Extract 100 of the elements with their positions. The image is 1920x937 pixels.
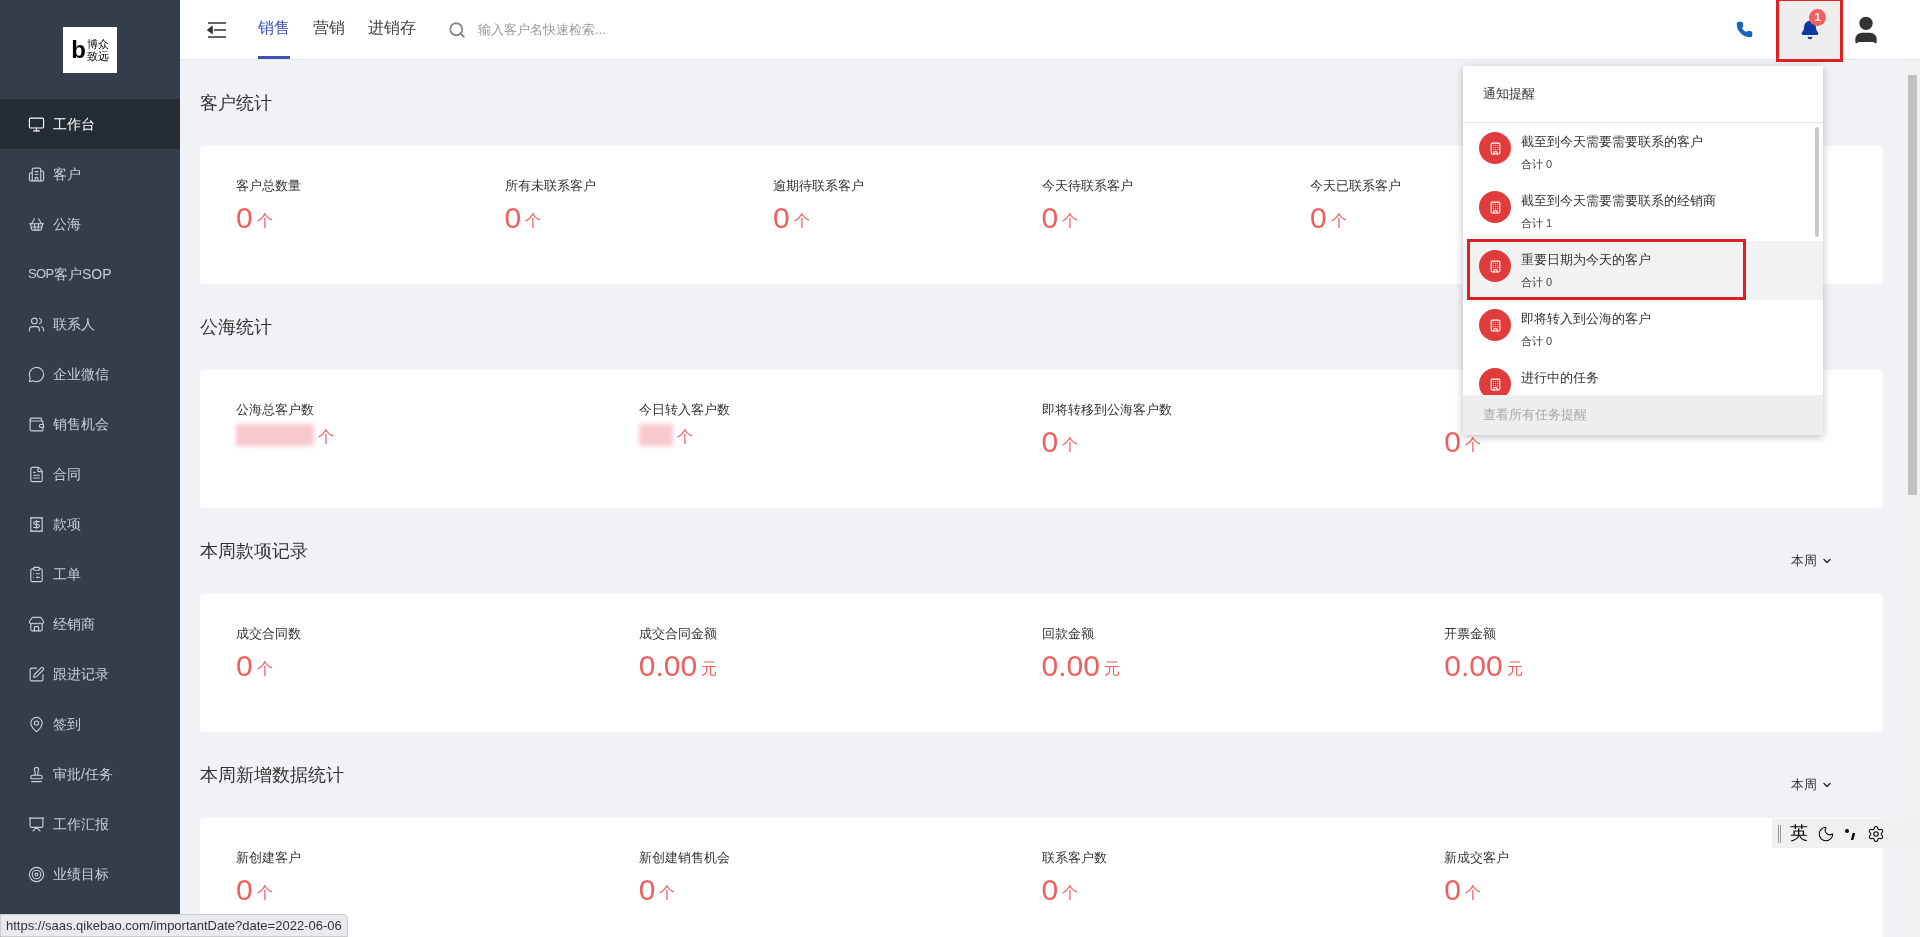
- receipt-icon: [28, 515, 45, 533]
- document-icon: [28, 465, 45, 483]
- stat-label: 即将转移到公海客户数: [1041, 401, 1173, 419]
- stat-label: 逾期待联系客户: [773, 177, 865, 195]
- stat-unit: 元: [701, 659, 718, 679]
- sidebar-item[interactable]: SOP客户SOP: [0, 249, 180, 299]
- stat-unit: 个: [256, 211, 273, 231]
- notification-item[interactable]: 截至到今天需要需要联系的客户 合计 0: [1463, 123, 1823, 182]
- nav-tab[interactable]: 营销: [313, 0, 345, 59]
- sidebar-item[interactable]: 签到: [0, 699, 180, 749]
- stat-value: 0: [1444, 872, 1461, 908]
- notification-title: 截至到今天需要需要联系的经销商: [1521, 192, 1716, 210]
- chat-icon: [28, 365, 45, 383]
- stat-label: 成交合同金额: [638, 625, 718, 643]
- sidebar-item[interactable]: 销售机会: [0, 399, 180, 449]
- stat-value: 0: [1041, 200, 1059, 236]
- notification-title: 截至到今天需要需要联系的客户: [1521, 133, 1703, 151]
- nav-tab[interactable]: 销售: [258, 0, 290, 59]
- sidebar-item[interactable]: 企业微信: [0, 349, 180, 399]
- period-dropdown[interactable]: 本周: [1791, 551, 1833, 571]
- stat-unit: 个: [1062, 435, 1079, 455]
- building-icon: [1479, 191, 1511, 223]
- edit-icon: [28, 665, 45, 683]
- stat-label: 今天待联系客户: [1041, 177, 1134, 195]
- dropdown-title: 通知提醒: [1483, 85, 1535, 104]
- stat-label: 成交合同数: [236, 625, 302, 643]
- stat-label: 公海总客户数: [236, 401, 315, 419]
- notification-item[interactable]: 即将转入到公海的客户 合计 0: [1463, 300, 1823, 359]
- phone-icon[interactable]: [1736, 21, 1753, 38]
- clipboard-icon: [28, 565, 45, 583]
- stat-value: 0: [1041, 872, 1059, 908]
- monitor-icon: [28, 115, 45, 133]
- section-title: 客户统计: [200, 91, 272, 115]
- sidebar-item[interactable]: 联系人: [0, 299, 180, 349]
- stat-unit: 个: [1062, 883, 1079, 903]
- sidebar-item[interactable]: 跟进记录: [0, 649, 180, 699]
- target-icon: [28, 865, 45, 883]
- notification-title: 重要日期为今天的客户: [1521, 251, 1651, 269]
- sidebar-item[interactable]: 工单: [0, 549, 180, 599]
- stat-unit: 个: [1330, 211, 1347, 231]
- stat-unit: 元: [1506, 659, 1523, 679]
- sidebar-item[interactable]: 经销商: [0, 599, 180, 649]
- sidebar-item[interactable]: 业绩目标: [0, 849, 180, 899]
- section-title: 本周新增数据统计: [200, 763, 344, 787]
- stat-unit: 元: [1103, 659, 1120, 679]
- stat-value: 0: [773, 200, 790, 236]
- bell-icon: [1799, 19, 1820, 40]
- notification-count: 合计 0: [1521, 274, 1554, 290]
- sidebar-item[interactable]: 工作汇报: [0, 799, 180, 849]
- building-icon: [1479, 250, 1511, 282]
- notification-count: 合计 0: [1521, 333, 1554, 349]
- sidebar-item[interactable]: 公海: [0, 199, 180, 249]
- ime-mode[interactable]: 英: [1790, 820, 1808, 847]
- stat-value: 0: [1444, 424, 1461, 460]
- stat-value: 0: [236, 872, 253, 908]
- sidebar-item[interactable]: 合同: [0, 449, 180, 499]
- collapse-menu-icon[interactable]: [207, 21, 227, 38]
- stamp-icon: [28, 765, 45, 783]
- stat-value: 0: [236, 200, 253, 236]
- stat-label: 回款金额: [1041, 625, 1095, 643]
- stat-label: 新创建销售机会: [638, 849, 731, 867]
- stat-unit: 个: [256, 659, 273, 679]
- section-title: 公海统计: [200, 315, 272, 339]
- building-icon: [1479, 309, 1511, 341]
- stat-value: 0: [236, 648, 253, 684]
- basket-icon: [28, 215, 45, 233]
- stat-label: 新创建客户: [236, 849, 302, 867]
- building-icon: [1479, 132, 1511, 164]
- stat-unit: 个: [1464, 883, 1481, 903]
- notification-title: 进行中的任务: [1521, 369, 1599, 387]
- section-title: 本周款项记录: [200, 539, 308, 563]
- stat-value: 0: [638, 872, 656, 908]
- presentation-icon: [28, 815, 45, 833]
- stat-value: 0.00: [1444, 648, 1503, 684]
- map-pin-icon: [28, 715, 45, 733]
- stat-label: 新成交客户: [1444, 849, 1511, 867]
- store-icon: [28, 615, 45, 633]
- stat-value: 0: [1041, 424, 1059, 460]
- sidebar-item[interactable]: 审批/任务: [0, 749, 180, 799]
- stat-label: 联系客户数: [1041, 849, 1108, 867]
- period-dropdown[interactable]: 本周: [1791, 775, 1833, 795]
- notification-count: 合计 0: [1521, 156, 1554, 172]
- nav-tab[interactable]: 进销存: [368, 0, 416, 59]
- stat-unit: 个: [1464, 435, 1481, 455]
- sidebar-item[interactable]: 款项: [0, 499, 180, 549]
- stat-value: 0: [504, 200, 522, 236]
- notification-item[interactable]: 截至到今天需要需要联系的经销商 合计 1: [1463, 182, 1823, 241]
- status-url: https://saas.qikebao.com/importantDate?date=2022-06-06: [0, 914, 348, 937]
- moon-icon[interactable]: [1817, 824, 1835, 843]
- sidebar-item[interactable]: 工作台: [0, 99, 180, 149]
- building-icon: [28, 165, 45, 183]
- sidebar-item[interactable]: 客户: [0, 149, 180, 199]
- people-icon: [28, 315, 45, 333]
- stat-unit: 个: [1062, 211, 1079, 231]
- stat-label: 客户总数量: [236, 177, 302, 195]
- settings-icon[interactable]: [1867, 824, 1885, 843]
- notification-title: 即将转入到公海的客户: [1521, 310, 1651, 328]
- blurred-value: [638, 424, 673, 446]
- stat-unit: 个: [659, 883, 676, 903]
- notification-item[interactable]: 重要日期为今天的客户 合计 0: [1463, 241, 1823, 300]
